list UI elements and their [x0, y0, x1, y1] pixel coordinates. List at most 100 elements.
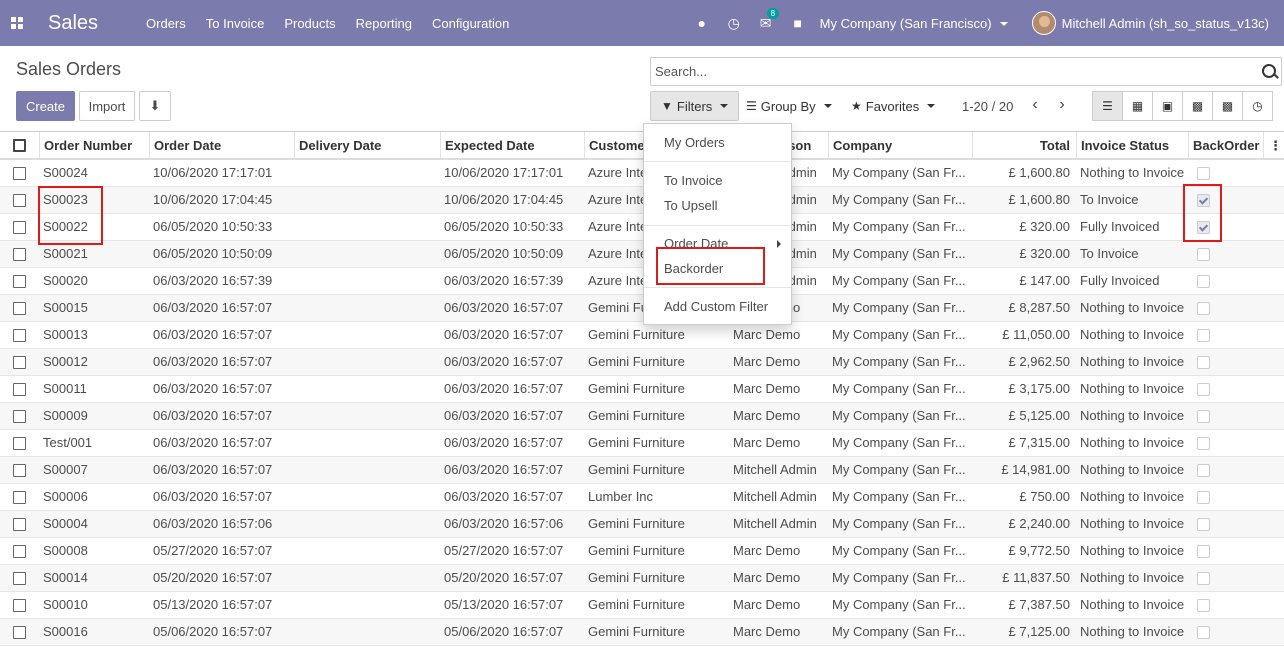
gift-icon[interactable]: ■ [782, 15, 814, 31]
cell-backorder [1188, 511, 1263, 537]
cell-backorder [1188, 187, 1263, 213]
row-checkbox [0, 565, 39, 591]
row-select-checkbox[interactable] [13, 301, 26, 315]
cell-order-number: S00014 [43, 570, 88, 585]
column-options-icon[interactable]: ⋮ [1263, 132, 1283, 158]
row-select-checkbox[interactable] [13, 247, 26, 261]
row-select-checkbox[interactable] [13, 544, 26, 558]
cell-order-number: S00024 [43, 165, 88, 180]
pivot-view-icon[interactable]: ▩ [1182, 91, 1213, 121]
table-row[interactable]: S00015 06/03/2020 16:57:07 06/03/2020 16:5… [0, 295, 1284, 322]
cell-spacer [1263, 592, 1283, 618]
table-row[interactable]: S00021 06/05/2020 10:50:09 06/05/2020 10:5… [0, 241, 1284, 268]
row-select-checkbox[interactable] [13, 490, 26, 504]
groupby-button[interactable]: ☰ Group By [735, 91, 843, 121]
row-select-checkbox[interactable] [13, 274, 26, 288]
row-select-checkbox[interactable] [13, 409, 26, 423]
favorites-button[interactable]: ★ Favorites [840, 91, 946, 121]
company-switcher[interactable]: My Company (San Francisco) [820, 16, 1008, 31]
table-row[interactable]: S00014 05/20/2020 16:57:07 05/20/2020 16:5… [0, 565, 1284, 592]
col-order-number[interactable]: Order Number [39, 132, 149, 158]
table-row[interactable]: S00013 06/03/2020 16:57:07 06/03/2020 16:5… [0, 322, 1284, 349]
cell-total: £ 11,050.00 [1002, 327, 1070, 342]
user-menu[interactable]: Mitchell Admin (sh_so_status_v13c) [1062, 16, 1269, 31]
download-button[interactable]: ⬇ [139, 91, 171, 121]
table-row[interactable]: Test/001 06/03/2020 16:57:07 06/03/2020 16… [0, 430, 1284, 457]
table-row[interactable]: S00011 06/03/2020 16:57:07 06/03/2020 16:5… [0, 376, 1284, 403]
search-input[interactable] [651, 64, 1257, 79]
user-avatar[interactable] [1031, 11, 1056, 35]
table-row[interactable]: S00020 06/03/2020 16:57:39 06/03/2020 16:5… [0, 268, 1284, 295]
chat-icon[interactable]: ✉ 8 [750, 7, 782, 32]
menu-reporting[interactable]: Reporting [356, 16, 412, 31]
filter-to-invoice[interactable]: To Invoice [664, 173, 723, 188]
row-select-checkbox[interactable] [13, 193, 26, 207]
filter-order-date[interactable]: Order Date [664, 236, 728, 251]
filter-to-upsell[interactable]: To Upsell [664, 198, 717, 213]
list-view-icon[interactable]: ☰ [1092, 91, 1123, 121]
table-row[interactable]: S00009 06/03/2020 16:57:07 06/03/2020 16:5… [0, 403, 1284, 430]
cell-total: £ 9,772.50 [1008, 543, 1070, 558]
table-row[interactable]: S00016 05/06/2020 16:57:07 05/06/2020 16:5… [0, 619, 1284, 646]
menu-configuration[interactable]: Configuration [432, 16, 509, 31]
table-row[interactable]: S00007 06/03/2020 16:57:07 06/03/2020 16:5… [0, 457, 1284, 484]
table-row[interactable]: S00008 05/27/2020 16:57:07 05/27/2020 16:5… [0, 538, 1284, 565]
row-select-checkbox[interactable] [13, 220, 26, 234]
cell-backorder [1188, 619, 1263, 645]
cell-backorder [1188, 484, 1263, 510]
row-select-checkbox[interactable] [13, 517, 26, 531]
cell-expected-date: 06/03/2020 16:57:07 [444, 300, 564, 315]
filter-backorder[interactable]: Backorder [664, 261, 723, 276]
row-select-checkbox[interactable] [13, 355, 26, 369]
search-icon[interactable] [1257, 60, 1281, 84]
menu-to-invoice[interactable]: To Invoice [206, 16, 265, 31]
table-row[interactable]: S00022 06/05/2020 10:50:33 06/05/2020 10:5… [0, 214, 1284, 241]
filters-button[interactable]: ▼ Filters [650, 91, 740, 121]
graph-view-icon[interactable]: ▩ [1212, 91, 1243, 121]
import-button[interactable]: Import [79, 91, 135, 121]
row-select-checkbox[interactable] [13, 328, 26, 342]
menu-orders[interactable]: Orders [146, 16, 186, 31]
col-company[interactable]: Company [828, 132, 972, 158]
col-total[interactable]: Total [972, 132, 1076, 158]
select-all-checkbox[interactable] [0, 132, 39, 158]
row-select-checkbox[interactable] [13, 463, 26, 477]
table-row[interactable]: S00010 05/13/2020 16:57:07 05/13/2020 16:5… [0, 592, 1284, 619]
clock-icon[interactable]: ◷ [718, 15, 750, 32]
bug-icon[interactable]: ● [686, 15, 718, 31]
row-select-checkbox[interactable] [13, 436, 26, 450]
table-row[interactable]: S00004 06/03/2020 16:57:06 06/03/2020 16:5… [0, 511, 1284, 538]
col-expected-date[interactable]: Expected Date [440, 132, 584, 158]
col-backorder[interactable]: BackOrder [1188, 132, 1263, 158]
row-checkbox [0, 592, 39, 618]
table-row[interactable]: S00006 06/03/2020 16:57:07 06/03/2020 16:5… [0, 484, 1284, 511]
table-row[interactable]: S00024 10/06/2020 17:17:01 10/06/2020 17:1… [0, 160, 1284, 187]
row-select-checkbox[interactable] [13, 382, 26, 396]
row-select-checkbox[interactable] [13, 625, 26, 639]
row-select-checkbox[interactable] [13, 598, 26, 612]
row-select-checkbox[interactable] [13, 571, 26, 585]
cell-invoice-status: Nothing to Invoice [1080, 408, 1185, 423]
calendar-view-icon[interactable]: ▣ [1152, 91, 1183, 121]
col-invoice-status[interactable]: Invoice Status [1076, 132, 1188, 158]
create-button[interactable]: Create [16, 91, 75, 121]
pager-next-icon[interactable]: › [1052, 95, 1072, 115]
pager-value[interactable]: 1-20 / 20 [962, 99, 1013, 114]
activity-view-icon[interactable]: ◷ [1242, 91, 1273, 121]
apps-menu-icon[interactable] [0, 0, 34, 46]
menu-products[interactable]: Products [284, 16, 335, 31]
col-order-date[interactable]: Order Date [149, 132, 294, 158]
pager-previous-icon[interactable]: ‹ [1025, 95, 1045, 115]
app-title[interactable]: Sales [48, 12, 98, 35]
table-row[interactable]: S00023 10/06/2020 17:04:45 10/06/2020 17:0… [0, 187, 1284, 214]
table-row[interactable]: S00012 06/03/2020 16:57:07 06/03/2020 16:5… [0, 349, 1284, 376]
cell-salesperson: Marc Demo [733, 570, 801, 585]
col-delivery-date[interactable]: Delivery Date [294, 132, 440, 158]
kanban-view-icon[interactable]: ▦ [1122, 91, 1153, 121]
filter-my-orders[interactable]: My Orders [664, 135, 725, 150]
filter-add-custom[interactable]: Add Custom Filter [664, 299, 768, 314]
cell-order-number: S00015 [43, 300, 88, 315]
row-select-checkbox[interactable] [13, 166, 26, 180]
cell-backorder [1188, 160, 1263, 186]
cell-total: £ 750.00 [1019, 489, 1070, 504]
